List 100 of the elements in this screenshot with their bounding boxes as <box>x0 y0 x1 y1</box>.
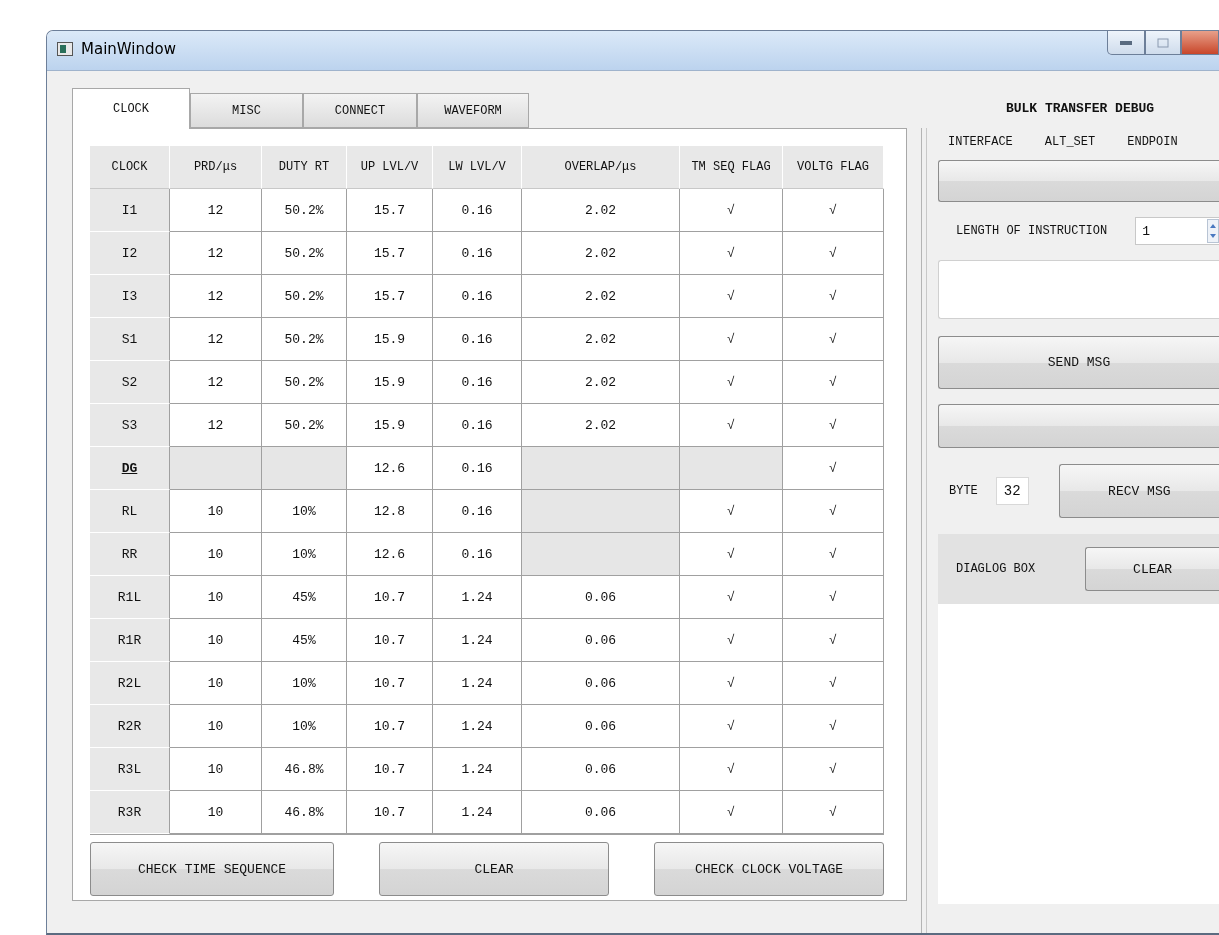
send-button[interactable]: SEND MSG <box>938 336 1219 389</box>
length-spinbox[interactable]: 1 <box>1135 217 1219 245</box>
table-cell: 10 <box>170 490 262 533</box>
byte-label: BYTE <box>949 484 978 498</box>
table-cell: 2.02 <box>522 361 680 404</box>
message-field[interactable] <box>938 260 1219 319</box>
row-header: S2 <box>90 361 170 404</box>
recv-button[interactable]: RECV MSG <box>1058 464 1219 518</box>
table-cell: 0.06 <box>522 576 680 619</box>
table-cell: 45% <box>262 576 347 619</box>
minimize-button[interactable] <box>1107 31 1145 55</box>
table-cell: 10 <box>170 576 262 619</box>
table-cell: √ <box>783 361 884 404</box>
table-cell: 0.16 <box>433 404 522 447</box>
table-cell: 15.9 <box>347 318 433 361</box>
table-cell: 15.9 <box>347 361 433 404</box>
table-cell: 46.8% <box>262 791 347 834</box>
table-cell: √ <box>783 232 884 275</box>
table-cell: √ <box>680 275 783 318</box>
table-cell: 15.7 <box>347 275 433 318</box>
table-cell: 10% <box>262 662 347 705</box>
table-cell: √ <box>783 791 884 834</box>
column-header: PRD/μs <box>170 146 262 189</box>
table-cell: 45% <box>262 619 347 662</box>
tab[interactable]: MISC <box>190 93 303 128</box>
table-cell: √ <box>783 662 884 705</box>
table-cell: 0.16 <box>433 189 522 232</box>
row-header: DG <box>90 447 170 490</box>
table-cell: 10 <box>170 662 262 705</box>
table-cell: 10.7 <box>347 619 433 662</box>
window-title: MainWindow <box>81 40 176 58</box>
table-cell: 10.7 <box>347 662 433 705</box>
table-cell: 10% <box>262 490 347 533</box>
table-cell: 12.6 <box>347 447 433 490</box>
maximize-button[interactable] <box>1145 31 1181 55</box>
table-cell: 2.02 <box>522 275 680 318</box>
table-cell: √ <box>783 533 884 576</box>
table-cell: 0.06 <box>522 748 680 791</box>
tab[interactable]: WAVEFORM <box>417 93 529 128</box>
table-cell: 12.6 <box>347 533 433 576</box>
table-cell: √ <box>783 490 884 533</box>
table-cell: √ <box>680 619 783 662</box>
table-cell: 10% <box>262 533 347 576</box>
table-cell: 12 <box>170 275 262 318</box>
column-label: ENDPOIN <box>1127 135 1178 149</box>
table-cell: 12 <box>170 361 262 404</box>
tab[interactable]: CONNECT <box>303 93 417 128</box>
table-cell: 0.16 <box>433 318 522 361</box>
table-cell: 10.7 <box>347 705 433 748</box>
table-cell: √ <box>680 576 783 619</box>
table-cell: 10% <box>262 705 347 748</box>
table-cell: √ <box>783 748 884 791</box>
table-cell: 0.06 <box>522 705 680 748</box>
table-cell: 0.16 <box>433 361 522 404</box>
clear-button[interactable]: CLEAR <box>1085 547 1219 591</box>
table-cell: 0.16 <box>433 490 522 533</box>
row-header: RL <box>90 490 170 533</box>
row-header: R2R <box>90 705 170 748</box>
action-button[interactable]: CHECK TIME SEQUENCE <box>90 842 334 896</box>
table-cell: 10.7 <box>347 576 433 619</box>
table-cell: 12 <box>170 318 262 361</box>
table-cell: 2.02 <box>522 189 680 232</box>
table-cell: √ <box>680 748 783 791</box>
table-cell: √ <box>680 490 783 533</box>
tab[interactable]: CLOCK <box>72 88 190 129</box>
table-cell: 50.2% <box>262 189 347 232</box>
column-header: TM SEQ FLAG <box>680 146 783 189</box>
action-button[interactable]: CHECK CLOCK VOLTAGE <box>654 842 884 896</box>
close-button[interactable] <box>1181 31 1219 55</box>
table-cell: √ <box>783 619 884 662</box>
table-cell: 50.2% <box>262 404 347 447</box>
table-cell: 0.16 <box>433 275 522 318</box>
byte-field[interactable]: 32 <box>995 477 1029 505</box>
row-header: I2 <box>90 232 170 275</box>
table-cell: 0.16 <box>433 533 522 576</box>
table-cell: √ <box>783 404 884 447</box>
minimize-icon <box>1119 39 1133 46</box>
table-cell: √ <box>680 318 783 361</box>
combo-box[interactable] <box>938 160 1219 202</box>
table-cell: √ <box>783 318 884 361</box>
maximize-icon <box>1157 37 1169 48</box>
column-header: UP LVL/V <box>347 146 433 189</box>
column-header: VOLTG FLAG <box>783 146 884 189</box>
table-cell: 1.24 <box>433 662 522 705</box>
table-cell: 10.7 <box>347 748 433 791</box>
table-cell: √ <box>783 576 884 619</box>
table-cell: √ <box>680 662 783 705</box>
row-header: I3 <box>90 275 170 318</box>
combo-box[interactable] <box>938 404 1219 448</box>
table-cell: 2.02 <box>522 318 680 361</box>
table-cell: √ <box>680 533 783 576</box>
table-cell: 50.2% <box>262 361 347 404</box>
table-cell: √ <box>783 705 884 748</box>
table-cell: 15.9 <box>347 404 433 447</box>
table-cell: 0.06 <box>522 791 680 834</box>
table-cell: √ <box>680 232 783 275</box>
table-cell: 1.24 <box>433 705 522 748</box>
column-header: CLOCK <box>90 146 170 189</box>
action-button[interactable]: CLEAR <box>379 842 609 896</box>
table-cell: 1.24 <box>433 576 522 619</box>
